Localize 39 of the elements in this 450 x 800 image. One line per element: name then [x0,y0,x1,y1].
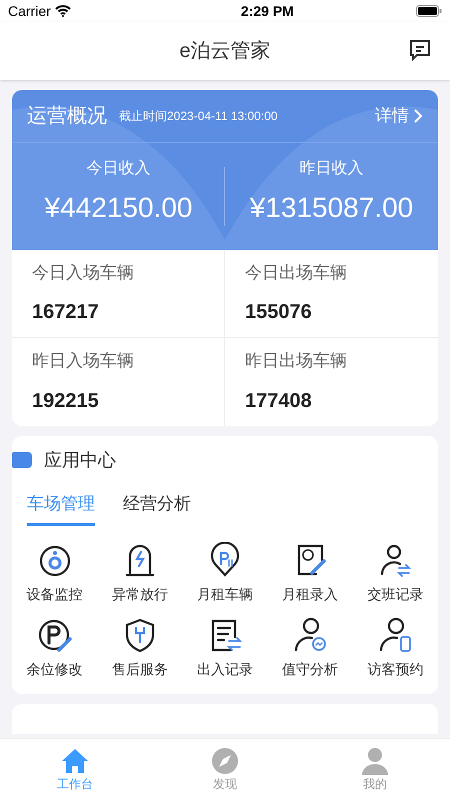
chevron-right-icon [413,108,423,124]
status-time: 2:29 PM [240,2,294,20]
income-value: ¥1315087.00 [250,191,414,225]
app-shortcut[interactable]: 访客预约 [352,617,438,680]
app-center-title: 应用中心 [44,448,116,472]
income-label: 昨日收入 [300,158,364,179]
app-shortcut[interactable]: 月租车辆 [182,542,268,605]
stat-label: 今日入场车辆 [32,262,135,284]
stat-label: 昨日入场车辆 [32,350,135,372]
app-shortcut[interactable]: 值守分析 [268,617,353,680]
app-shortcut[interactable]: 余位修改 [12,617,98,680]
stat-label: 今日出场车辆 [245,262,348,284]
stat-value: 192215 [32,388,100,414]
stat-value: 167217 [32,300,100,326]
carrier-label: Carrier [8,2,51,20]
compass-icon [211,746,239,774]
deadline-text: 截止时间2023-04-11 13:00:00 [119,108,278,125]
app-shortcut[interactable]: 售后服务 [97,617,182,680]
stat-label: 昨日出场车辆 [245,350,348,372]
wifi-icon [54,5,71,17]
stat-value: 155076 [245,300,313,326]
app-shortcut[interactable]: 出入记录 [182,617,268,680]
message-button[interactable] [408,38,432,62]
income-value: ¥442150.00 [44,191,192,225]
app-shortcut[interactable]: 异常放行 [97,542,182,605]
app-shortcut[interactable]: 交班记录 [352,542,438,605]
user-icon [361,746,389,774]
home-icon [61,746,89,774]
stat-value: 177408 [245,388,313,414]
app-title: e泊云管家 [179,39,271,64]
app-shortcut[interactable]: 月租录入 [268,542,353,605]
section-marker-icon [12,452,32,468]
battery-icon [416,5,442,17]
app-shortcut[interactable]: 设备监控 [12,542,98,605]
message-icon [408,38,432,62]
income-label: 今日收入 [86,158,150,179]
parking-edit-icon [36,617,73,653]
overview-title: 运营概况 [27,104,107,129]
category-tab[interactable]: 经营分析 [123,484,191,526]
